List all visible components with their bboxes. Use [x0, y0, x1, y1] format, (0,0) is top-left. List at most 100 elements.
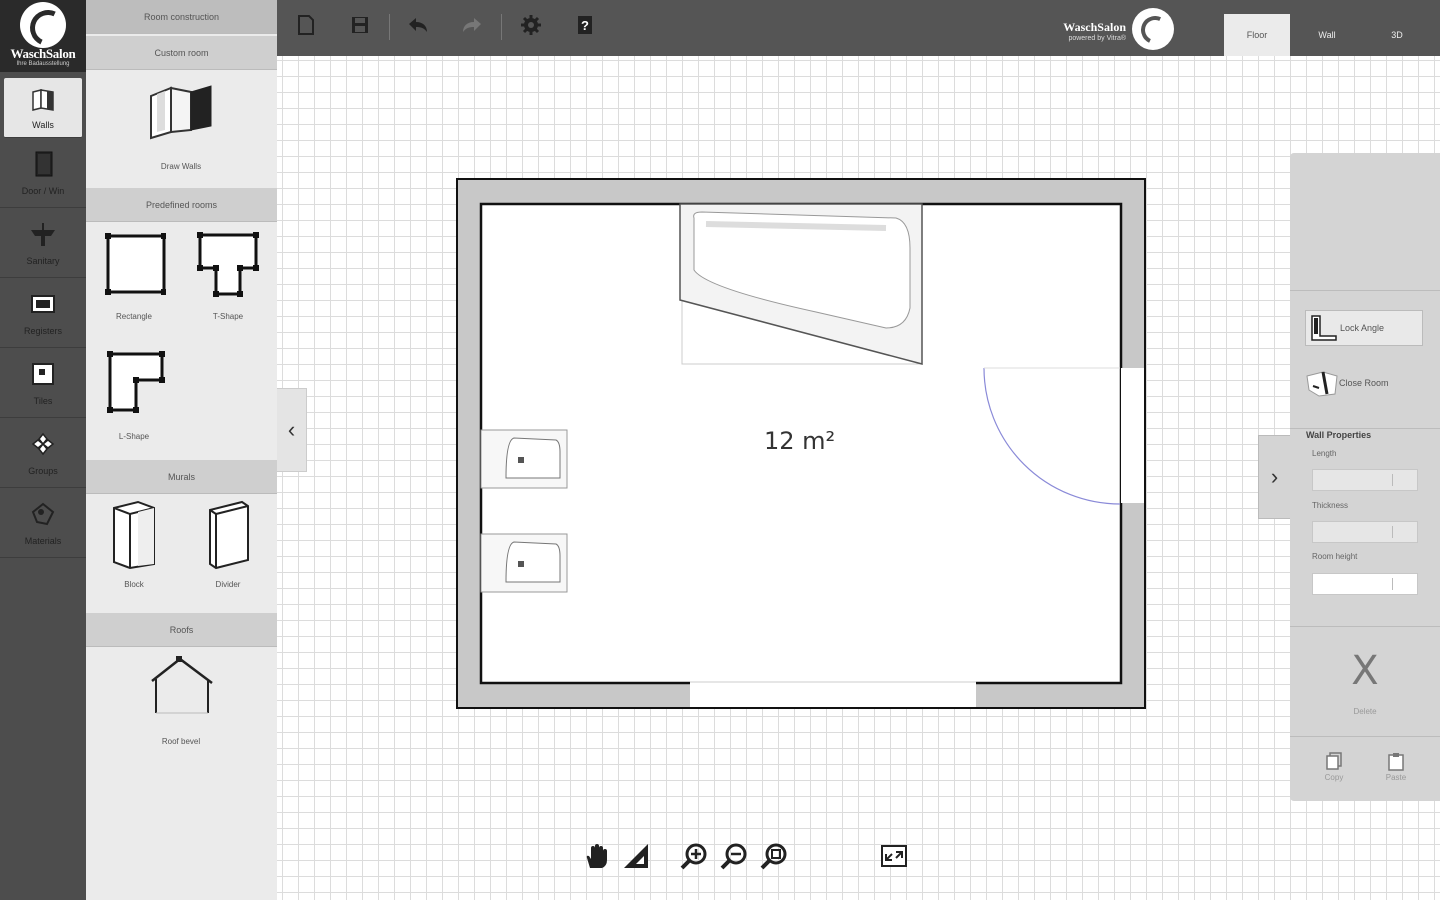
room-area-label: 12 m² [764, 427, 836, 455]
zoom-out-icon [720, 842, 748, 875]
section-custom-room: Custom room [86, 36, 277, 70]
nav-item-label: Door / Win [21, 186, 65, 196]
panel-title: Room construction [86, 0, 277, 34]
copy-label: Copy [1324, 773, 1344, 782]
help-icon: ? [575, 14, 595, 41]
zoom-fit-icon [760, 842, 788, 875]
chevron-left-icon: ‹ [287, 417, 296, 442]
zoom-in-icon [680, 842, 708, 875]
delete-section [1290, 627, 1440, 737]
new-file-button[interactable] [293, 14, 319, 40]
divider-icon [190, 498, 266, 572]
nav-item-label: Sanitary [26, 256, 60, 266]
wall-properties-section [1290, 429, 1440, 627]
l-shape-room-tool[interactable]: L-Shape [96, 350, 172, 441]
partner-subtitle: powered by Vitra® [1068, 35, 1126, 42]
tool-label: Block [124, 580, 144, 589]
nav-item-label: Tiles [33, 396, 53, 406]
t-shape-room-tool[interactable]: T-Shape [190, 232, 266, 321]
paste-label: Paste [1385, 773, 1407, 782]
logo-subtitle: Ihre Badausstellung [16, 61, 70, 67]
copy-button[interactable]: Copy [1314, 751, 1354, 782]
register-icon [29, 290, 57, 318]
logo-brand: WaschSalon [10, 46, 76, 61]
rectangle-room-icon [96, 232, 172, 298]
settings-button[interactable] [518, 14, 544, 40]
fit-screen-icon [880, 844, 908, 873]
tool-label: Divider [215, 580, 241, 589]
toolbar-separator [389, 14, 390, 40]
undo-button[interactable] [405, 14, 431, 40]
zoom-out-button[interactable] [718, 842, 750, 874]
toolbar-separator [501, 14, 502, 40]
block-icon [96, 498, 172, 572]
door-icon [29, 150, 57, 178]
groups-icon [29, 430, 57, 458]
redo-button[interactable] [459, 14, 485, 40]
zoom-in-button[interactable] [678, 842, 710, 874]
roof-bevel-tool[interactable]: Roof bevel [141, 655, 221, 746]
nav-item-door[interactable]: Door / Win [0, 138, 86, 208]
undo-icon [407, 16, 429, 39]
nav-item-walls[interactable]: Walls [4, 78, 82, 138]
draw-walls-icon [141, 82, 221, 144]
tab-floor[interactable]: Floor [1224, 14, 1290, 56]
nav-item-sanitary[interactable]: Sanitary [0, 208, 86, 278]
zoom-fit-button[interactable] [758, 842, 790, 874]
save-button[interactable] [347, 14, 373, 40]
partner-brand: WaschSalon [1063, 20, 1126, 34]
properties-header [1290, 153, 1440, 291]
fullscreen-button[interactable] [878, 842, 910, 874]
tool-label: Rectangle [115, 312, 153, 321]
logo: WaschSalon Ihre Badausstellung [0, 0, 86, 72]
main-nav: WaschSalon Ihre Badausstellung Walls Doo… [0, 0, 86, 900]
measure-tool-button[interactable] [620, 842, 652, 874]
t-shape-room-icon [190, 232, 266, 300]
copy-icon [1314, 751, 1354, 773]
logo-mark-icon [20, 2, 66, 48]
walls-icon [29, 86, 57, 114]
collapse-panel-button[interactable]: ‹ [277, 388, 307, 472]
top-toolbar: ? WaschSalon powered by Vitra® Floor Wal… [277, 0, 1440, 56]
section-predefined-rooms: Predefined rooms [86, 188, 277, 222]
tool-label: T-Shape [212, 312, 244, 321]
divider-mural-tool[interactable]: Divider [190, 498, 266, 589]
block-mural-tool[interactable]: Block [96, 498, 172, 589]
rectangle-room-tool[interactable]: Rectangle [96, 232, 172, 321]
tab-3d[interactable]: 3D [1364, 14, 1430, 56]
sink-icon [29, 220, 57, 248]
section-roofs: Roofs [86, 613, 277, 647]
paste-button[interactable]: Paste [1376, 751, 1416, 782]
draw-walls-tool[interactable]: Draw Walls [141, 82, 221, 171]
tiles-icon [29, 360, 57, 388]
nav-item-tiles[interactable]: Tiles [0, 348, 86, 418]
nav-item-materials[interactable]: Materials [0, 488, 86, 558]
nav-item-label: Groups [28, 466, 58, 476]
tab-wall[interactable]: Wall [1294, 14, 1360, 56]
gear-icon [520, 14, 542, 41]
nav-item-groups[interactable]: Groups [0, 418, 86, 488]
partner-logo-icon [1132, 8, 1174, 50]
pan-tool-button[interactable] [580, 842, 612, 874]
nav-item-registers[interactable]: Registers [0, 278, 86, 348]
section-murals: Murals [86, 460, 277, 494]
help-button[interactable]: ? [572, 14, 598, 40]
chevron-right-icon: › [1270, 464, 1279, 489]
new-file-icon [296, 14, 316, 41]
hand-icon [582, 842, 610, 875]
save-icon [350, 15, 370, 40]
room-construction-panel: Room construction Custom room Draw Walls… [86, 0, 277, 900]
svg-text:?: ? [581, 18, 589, 33]
materials-icon [29, 500, 57, 528]
properties-panel: Lock Angle Close Room Wall Properties Le… [1290, 153, 1440, 801]
nav-item-label: Registers [23, 326, 62, 336]
tool-label: L-Shape [118, 432, 150, 441]
ruler-angle-icon [622, 842, 650, 875]
partner-logo: WaschSalon powered by Vitra® [1049, 8, 1174, 50]
redo-icon [461, 16, 483, 39]
roof-bevel-icon [141, 655, 221, 719]
l-shape-room-icon [96, 350, 172, 418]
paste-icon [1376, 751, 1416, 773]
expand-properties-button[interactable]: › [1258, 435, 1290, 519]
nav-item-label: Materials [24, 536, 62, 546]
